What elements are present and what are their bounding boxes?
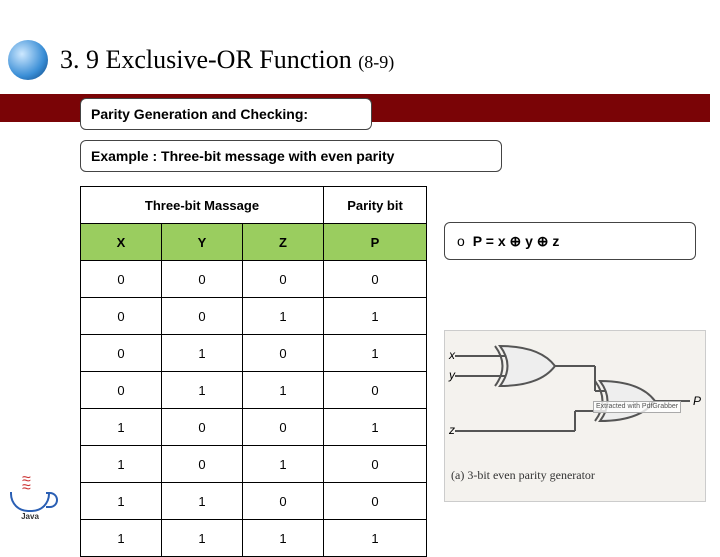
svg-text:z: z bbox=[448, 423, 455, 437]
callout-parity-text: Parity Generation and Checking: bbox=[91, 106, 308, 122]
page-title: 3. 9 Exclusive-OR Function (8-9) bbox=[60, 45, 394, 75]
table-row: 0 0 0 0 bbox=[81, 261, 427, 298]
group-header-parity: Parity bit bbox=[324, 187, 427, 224]
table-row: 0 0 1 1 bbox=[81, 298, 427, 335]
title-main: 3. 9 Exclusive-OR Function bbox=[60, 45, 352, 74]
col-header-x: X bbox=[81, 224, 162, 261]
col-header-p: P bbox=[324, 224, 427, 261]
svg-text:x: x bbox=[448, 348, 456, 362]
callout-parity: Parity Generation and Checking: bbox=[80, 98, 372, 130]
callout-example-text: Example : Three-bit message with even pa… bbox=[91, 148, 394, 164]
col-header-y: Y bbox=[162, 224, 243, 261]
group-header-message: Three-bit Massage bbox=[81, 187, 324, 224]
col-header-z: Z bbox=[243, 224, 324, 261]
circuit-diagram: x y z P Extracted with PdfGrabber (a) 3-… bbox=[444, 330, 706, 502]
parity-table: Three-bit Massage Parity bit X Y Z P 0 0… bbox=[80, 186, 427, 557]
title-suffix: (8-9) bbox=[358, 52, 394, 72]
table-row: 1 0 0 1 bbox=[81, 409, 427, 446]
java-logo-icon: ≈≈ Java bbox=[8, 476, 52, 532]
globe-icon bbox=[8, 40, 48, 80]
xor-circuit-icon: x y z P bbox=[445, 331, 705, 461]
table-row: 0 1 1 0 bbox=[81, 372, 427, 409]
callout-example: Example : Three-bit message with even pa… bbox=[80, 140, 502, 172]
watermark-text: Extracted with PdfGrabber bbox=[593, 401, 681, 413]
svg-text:P: P bbox=[693, 394, 701, 408]
table-row: 1 0 1 0 bbox=[81, 446, 427, 483]
formula-bullet: o bbox=[457, 233, 465, 249]
formula-text: P = x ⊕ y ⊕ z bbox=[473, 233, 560, 250]
table-row: 0 1 0 1 bbox=[81, 335, 427, 372]
java-label: Java bbox=[8, 512, 52, 521]
table-row: 1 1 1 1 bbox=[81, 520, 427, 557]
formula-box: o P = x ⊕ y ⊕ z bbox=[444, 222, 696, 260]
svg-text:y: y bbox=[448, 368, 456, 382]
diagram-caption: (a) 3-bit even parity generator bbox=[445, 466, 705, 485]
table-row: 1 1 0 0 bbox=[81, 483, 427, 520]
